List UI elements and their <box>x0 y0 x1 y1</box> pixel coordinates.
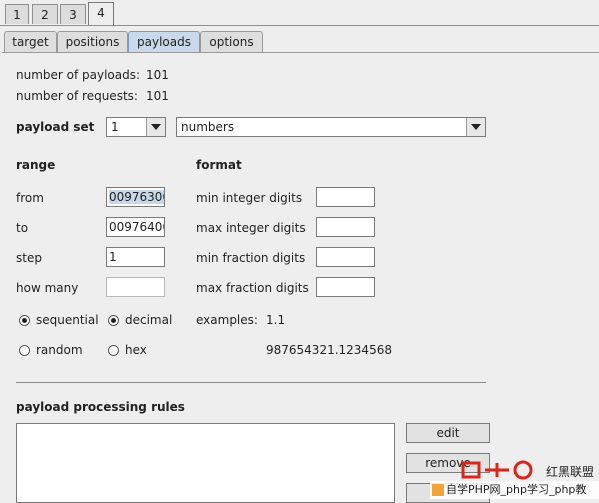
section-divider <box>16 382 486 383</box>
example-value-2: 987654321.1234568 <box>266 343 392 357</box>
format-heading: format <box>196 158 242 172</box>
max-fraction-digits-input[interactable] <box>316 277 375 297</box>
watermark-bar: 自学PHP网_php学习_php教 <box>430 481 599 499</box>
random-label: random <box>36 343 83 357</box>
decimal-radio[interactable] <box>108 315 119 326</box>
hex-radio[interactable] <box>108 345 119 356</box>
tab-options[interactable]: options <box>200 31 263 53</box>
chevron-down-icon[interactable] <box>146 118 165 136</box>
tab-divider <box>0 25 599 26</box>
payload-type-value: numbers <box>181 120 235 134</box>
payloads-count-label: number of payloads: <box>16 68 141 82</box>
payload-type-select[interactable]: numbers <box>176 117 486 137</box>
edit-button[interactable]: edit <box>406 423 490 443</box>
processing-rules-list[interactable] <box>16 423 395 503</box>
min-fraction-digits-input[interactable] <box>316 247 375 267</box>
payload-set-label: payload set <box>16 120 95 134</box>
examples-label: examples: <box>196 313 258 327</box>
step-input[interactable]: 1 <box>106 247 165 267</box>
decimal-label: decimal <box>125 313 173 327</box>
payloads-count-value: 101 <box>146 68 169 82</box>
from-input[interactable]: 00976300 <box>106 187 165 207</box>
requests-count-label: number of requests: <box>16 89 138 103</box>
requests-count-value: 101 <box>146 89 169 103</box>
min-integer-digits-label: min integer digits <box>196 191 303 205</box>
hex-label: hex <box>125 343 147 357</box>
watermark-subtext: 自学PHP网_php学习_php教 <box>446 483 587 496</box>
watermark-logo <box>459 459 539 481</box>
tab-4[interactable]: 4 <box>88 2 114 26</box>
from-label: from <box>16 191 44 205</box>
min-fraction-digits-label: min fraction digits <box>196 251 306 265</box>
from-value: 00976300 <box>109 190 164 204</box>
example-value-1: 1.1 <box>266 313 286 327</box>
to-input[interactable]: 00976400 <box>106 217 165 237</box>
payload-set-select[interactable]: 1 <box>106 117 166 137</box>
how-many-input[interactable] <box>106 277 165 297</box>
tab-payloads[interactable]: payloads <box>128 31 200 53</box>
tab-target[interactable]: target <box>4 31 57 53</box>
sequential-label: sequential <box>36 313 99 327</box>
random-radio[interactable] <box>19 345 30 356</box>
tab-3[interactable]: 3 <box>60 4 86 24</box>
max-integer-digits-input[interactable] <box>316 217 375 237</box>
chevron-down-icon[interactable] <box>466 118 485 136</box>
tab-positions[interactable]: positions <box>57 31 128 53</box>
watermark-icon <box>432 484 444 496</box>
payload-set-value: 1 <box>111 120 119 134</box>
max-fraction-digits-label: max fraction digits <box>196 281 309 295</box>
watermark-text: 红黑联盟 <box>546 465 595 479</box>
to-label: to <box>16 221 29 235</box>
sequential-radio[interactable] <box>19 315 30 326</box>
how-many-label: how many <box>16 281 79 295</box>
tab-2[interactable]: 2 <box>32 4 58 24</box>
processing-rules-heading: payload processing rules <box>16 400 185 414</box>
min-integer-digits-input[interactable] <box>316 187 375 207</box>
tab-1[interactable]: 1 <box>5 4 29 24</box>
watermark-logo-icon <box>461 460 533 480</box>
step-label: step <box>16 251 42 265</box>
range-heading: range <box>16 158 56 172</box>
max-integer-digits-label: max integer digits <box>196 221 306 235</box>
